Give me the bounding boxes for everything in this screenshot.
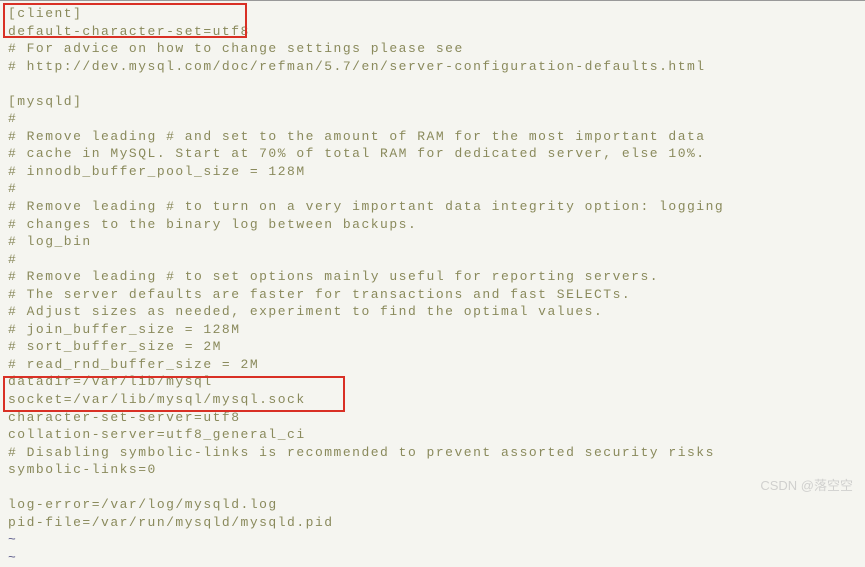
config-line: # Remove leading # to turn on a very imp… (8, 198, 857, 216)
config-line: # (8, 110, 857, 128)
config-line: # http://dev.mysql.com/doc/refman/5.7/en… (8, 58, 857, 76)
config-line: # Adjust sizes as needed, experiment to … (8, 303, 857, 321)
config-line: # Disabling symbolic-links is recommende… (8, 444, 857, 462)
config-line: socket=/var/lib/mysql/mysql.sock (8, 391, 857, 409)
config-line: # innodb_buffer_pool_size = 128M (8, 163, 857, 181)
config-line: character-set-server=utf8 (8, 409, 857, 427)
config-line: # Remove leading # to set options mainly… (8, 268, 857, 286)
watermark: CSDN @落空空 (760, 477, 853, 495)
config-line: [client] (8, 5, 857, 23)
config-line: pid-file=/var/run/mysqld/mysqld.pid (8, 514, 857, 532)
config-line (8, 479, 857, 497)
config-line: [mysqld] (8, 93, 857, 111)
config-line: # Remove leading # and set to the amount… (8, 128, 857, 146)
config-line: # read_rnd_buffer_size = 2M (8, 356, 857, 374)
config-line: symbolic-links=0 (8, 461, 857, 479)
config-line: collation-server=utf8_general_ci (8, 426, 857, 444)
config-line: log-error=/var/log/mysqld.log (8, 496, 857, 514)
config-line (8, 75, 857, 93)
config-line: default-character-set=utf8 (8, 23, 857, 41)
config-line: # log_bin (8, 233, 857, 251)
config-line: # (8, 180, 857, 198)
vim-tilde: ~ (8, 531, 857, 549)
vim-tilde: ~ (8, 549, 857, 567)
config-line: # join_buffer_size = 128M (8, 321, 857, 339)
config-line: # cache in MySQL. Start at 70% of total … (8, 145, 857, 163)
config-line: # changes to the binary log between back… (8, 216, 857, 234)
config-line: # sort_buffer_size = 2M (8, 338, 857, 356)
config-line: # The server defaults are faster for tra… (8, 286, 857, 304)
config-line: datadir=/var/lib/mysql (8, 373, 857, 391)
config-line: # For advice on how to change settings p… (8, 40, 857, 58)
editor-content[interactable]: [client] default-character-set=utf8 # Fo… (8, 5, 857, 567)
config-line: # (8, 251, 857, 269)
